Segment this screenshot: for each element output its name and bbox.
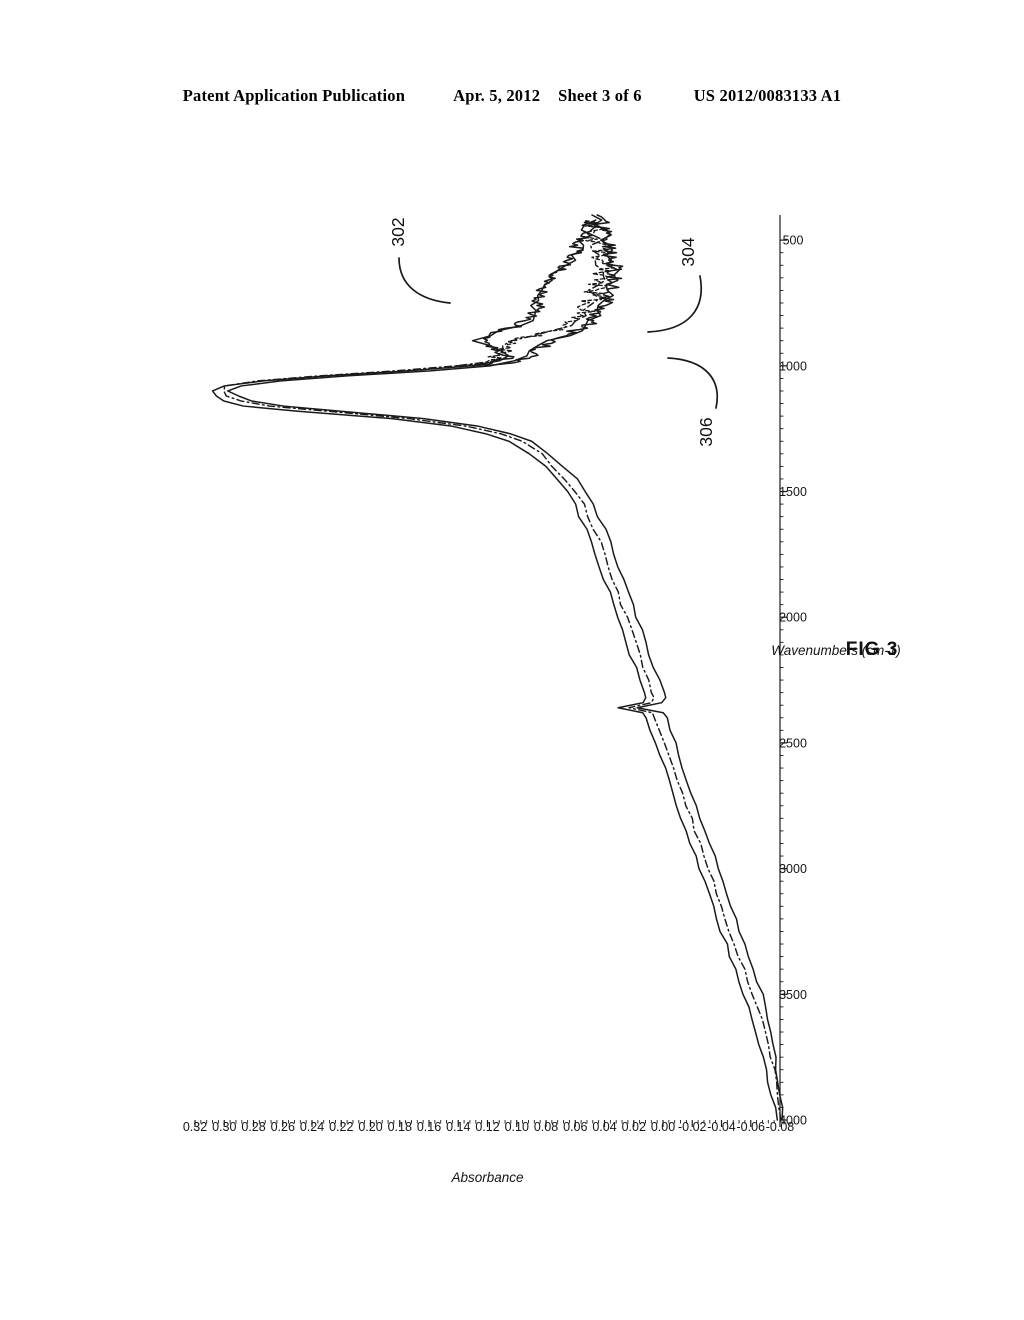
y-tick-label: 0.04 bbox=[592, 1120, 616, 1134]
leader-line-304 bbox=[647, 275, 702, 333]
leader-line-302 bbox=[398, 257, 451, 304]
y-tick-label: 0.08 bbox=[534, 1120, 558, 1134]
leader-line-306 bbox=[667, 357, 718, 409]
x-ticks: 4000350030002500200015001000500 bbox=[779, 234, 807, 1128]
reference-numerals: 302 304 306 bbox=[388, 217, 718, 447]
y-tick-label: 0.18 bbox=[388, 1120, 412, 1134]
spectra-curves bbox=[211, 214, 784, 1121]
y-axis-title: Absorbance bbox=[450, 1170, 523, 1185]
plot-root: 40003500300025002000150010005000.32 0.30 0… bbox=[183, 214, 901, 1185]
y-tick-label: 0.20 bbox=[358, 1120, 382, 1134]
y-tick-label: -0.04 bbox=[707, 1120, 736, 1134]
spectrum-curve-302 bbox=[211, 219, 779, 1121]
y-tick-label: -0.02 bbox=[678, 1120, 707, 1134]
figure-caption: FIG 3 bbox=[846, 639, 899, 660]
reference-numeral-304: 304 bbox=[678, 237, 698, 266]
y-tick-label: 0.32 bbox=[183, 1120, 207, 1134]
y-tick-label: 0.00 bbox=[651, 1120, 675, 1134]
y-tick-label: 0.16 bbox=[417, 1120, 441, 1134]
x-tick-label: 3000 bbox=[779, 862, 807, 876]
y-tick-label: 0.06 bbox=[563, 1120, 587, 1134]
y-tick-label: 0.02 bbox=[622, 1120, 646, 1134]
reference-numeral-306: 306 bbox=[696, 417, 716, 446]
x-tick-label: 2500 bbox=[779, 736, 807, 750]
x-tick-label: 1000 bbox=[779, 359, 807, 373]
spectrum-curve-304-fingerprint bbox=[456, 220, 615, 367]
y-ticks: 0.32 0.30 0.28 0.26 0.24 0.22 0.20 0.18 0.16 0.14… bbox=[183, 1120, 794, 1134]
y-tick-label: 0.28 bbox=[241, 1120, 265, 1134]
spectrum-curve-306 bbox=[227, 214, 784, 1121]
reference-numeral-302: 302 bbox=[388, 217, 408, 246]
y-tick-label: 0.30 bbox=[212, 1120, 236, 1134]
figure-3-ftir-spectrum: 4000 3500 3000 2500 2000 1500 1000 500 0.32 0.30 0… bbox=[0, 0, 1024, 1320]
y-tick-label: 0.26 bbox=[271, 1120, 295, 1134]
spectrum-curve-302-fingerprint bbox=[471, 220, 599, 367]
y-tick-label: 0.24 bbox=[300, 1120, 324, 1134]
x-tick-label: 500 bbox=[783, 234, 804, 248]
y-tick-label: 0.22 bbox=[329, 1120, 353, 1134]
y-tick-label: 0.10 bbox=[505, 1120, 529, 1134]
x-tick-label: 1500 bbox=[779, 485, 807, 499]
y-tick-label: -0.06 bbox=[737, 1120, 766, 1134]
x-tick-label: 3500 bbox=[779, 988, 807, 1002]
y-tick-label: 0.12 bbox=[475, 1120, 499, 1134]
y-tick-label: -0.08 bbox=[766, 1120, 795, 1134]
y-tick-label: 0.14 bbox=[446, 1120, 470, 1134]
axes: 40003500300025002000150010005000.32 0.30 0… bbox=[183, 215, 901, 1185]
x-tick-label: 2000 bbox=[779, 611, 807, 625]
